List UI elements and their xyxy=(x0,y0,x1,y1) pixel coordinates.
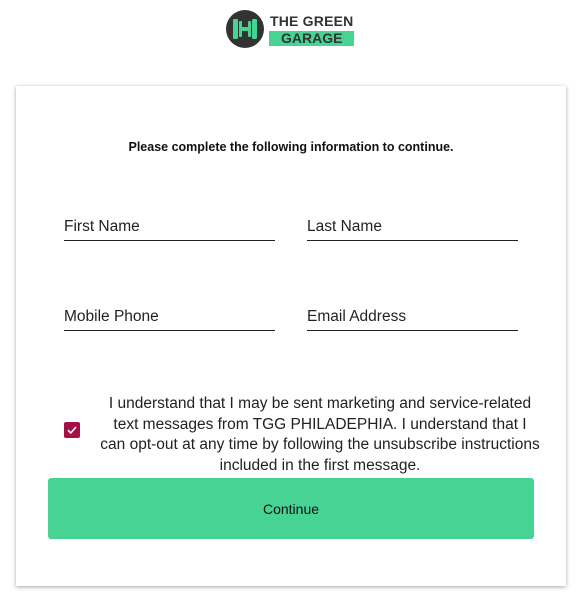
mobile-phone-field[interactable]: Mobile Phone xyxy=(64,294,275,331)
brand-name-line1: THE GREEN xyxy=(269,12,354,29)
form-heading: Please complete the following informatio… xyxy=(128,140,454,154)
dumbbell-h-icon xyxy=(226,10,264,48)
continue-button[interactable]: Continue xyxy=(48,478,534,539)
signup-card: Please complete the following informatio… xyxy=(16,86,566,586)
consent-text: I understand that I may be sent marketin… xyxy=(100,395,540,474)
brand-wordmark: THE GREEN GARAGE xyxy=(269,12,355,46)
consent-checkbox[interactable] xyxy=(64,422,80,438)
checkmark-icon xyxy=(67,426,77,435)
last-name-label: Last Name xyxy=(307,218,382,235)
last-name-field[interactable]: Last Name xyxy=(307,204,518,241)
email-address-label: Email Address xyxy=(307,308,407,325)
brand-logo: THE GREEN GARAGE xyxy=(226,10,355,48)
brand-name-line2: GARAGE xyxy=(269,30,355,46)
email-address-field[interactable]: Email Address xyxy=(307,294,518,331)
first-name-label: First Name xyxy=(64,218,140,235)
mobile-phone-label: Mobile Phone xyxy=(64,308,159,325)
first-name-field[interactable]: First Name xyxy=(64,204,275,241)
